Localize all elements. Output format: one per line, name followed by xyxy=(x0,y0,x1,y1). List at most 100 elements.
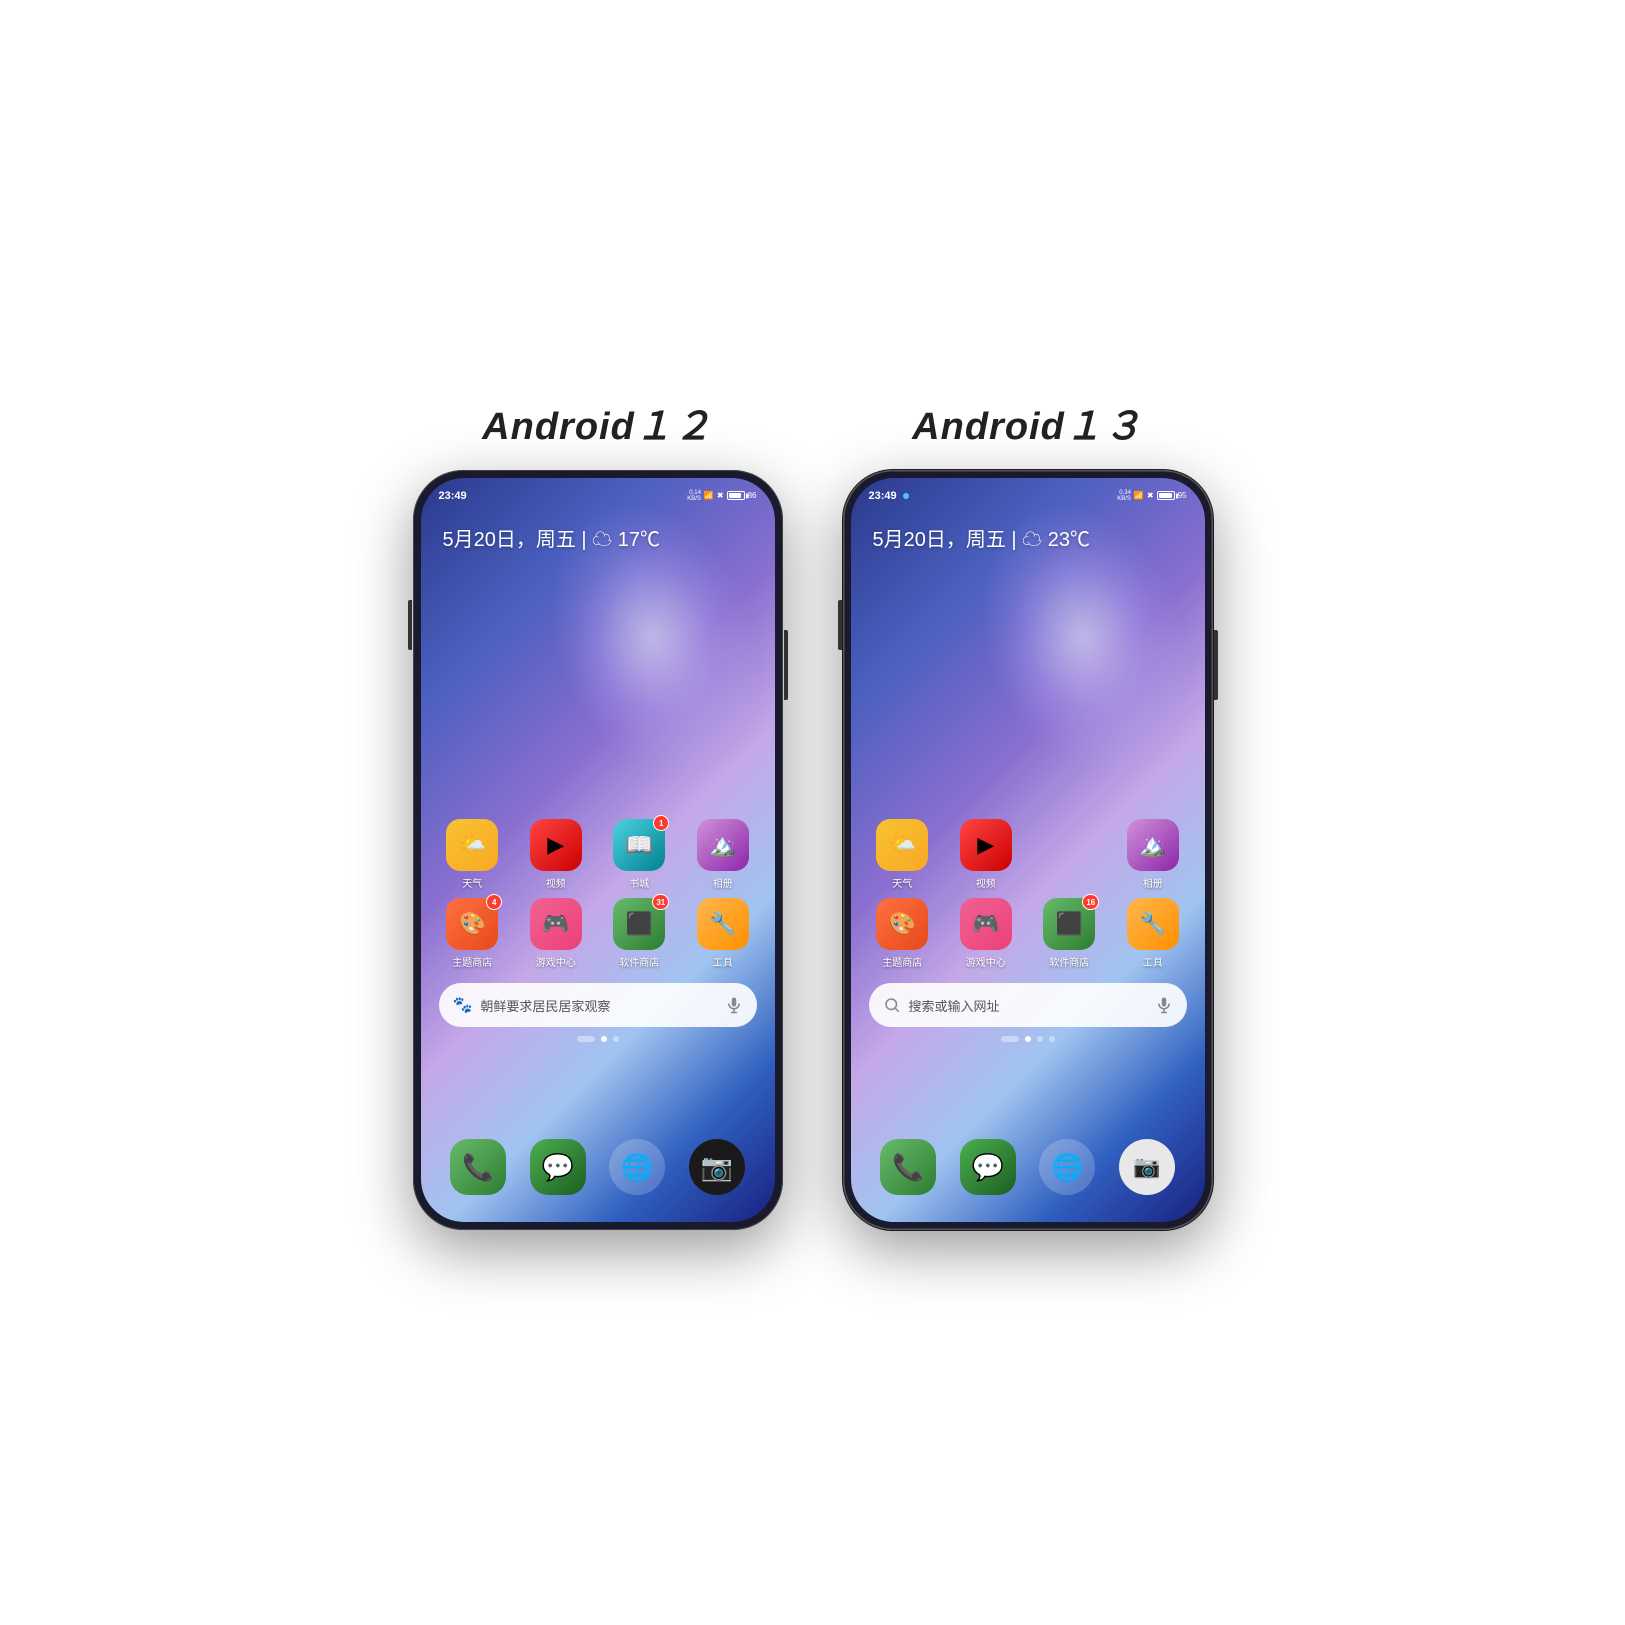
theme-label-13: 主题商店 xyxy=(882,954,922,969)
app-weather-13[interactable]: 🌤️ 天气 xyxy=(866,819,938,890)
tools-label-13: 工具 xyxy=(1143,954,1163,969)
games-icon: 🎮 xyxy=(530,898,582,950)
tools-label: 工具 xyxy=(713,954,733,969)
dot-lines xyxy=(577,1036,595,1042)
android12-speed: 0.14KB/S xyxy=(687,490,701,502)
blocked-icon-13: ✖ xyxy=(1147,491,1154,500)
app-books[interactable]: 📖 1 书城 xyxy=(603,819,675,890)
photos-icon: 🏔️ xyxy=(697,819,749,871)
android12-section: Android１２ 23:49 0.14KB/S 📶 ✖ 86 xyxy=(413,395,783,1230)
dock-phone[interactable]: 📞 xyxy=(450,1139,506,1195)
android12-search-text: 朝鲜要求居民居家观察 xyxy=(480,996,716,1015)
video-icon: ▶ xyxy=(530,819,582,871)
wifi-icon: 📶 xyxy=(704,491,714,500)
tools-icon: 🔧 xyxy=(697,898,749,950)
android12-status-icons: 0.14KB/S 📶 ✖ 86 xyxy=(687,490,756,502)
video-label-13: 视频 xyxy=(976,875,996,890)
battery-pct-13: 95 xyxy=(1178,491,1187,500)
android12-app-row-2: 🎨 4 主题商店 🎮 游戏中心 xyxy=(431,898,765,969)
app-theme-13[interactable]: 🎨 主题商店 xyxy=(866,898,938,969)
android13-page-dots xyxy=(851,1036,1205,1042)
app-games[interactable]: 🎮 游戏中心 xyxy=(520,898,592,969)
android12-title: Android１２ xyxy=(482,395,713,450)
weather-label: 天气 xyxy=(462,875,482,890)
app-video[interactable]: ▶ 视频 xyxy=(520,819,592,890)
photos-icon-13: 🏔️ xyxy=(1127,819,1179,871)
android12-dock: 📞 💬 🌐 📷 xyxy=(439,1127,757,1207)
android13-dock: 📞 💬 🌐 📷 xyxy=(869,1127,1187,1207)
books-badge: 1 xyxy=(653,815,669,831)
weather-label-13: 天气 xyxy=(892,875,912,890)
android13-time: 23:49 xyxy=(869,490,897,502)
app-weather[interactable]: 🌤️ 天气 xyxy=(436,819,508,890)
android13-section: Android１３ 23:49 0.34KB/S 📶 ✖ xyxy=(843,395,1213,1230)
battery-icon xyxy=(727,491,745,500)
photos-label-13: 相册 xyxy=(1143,875,1163,890)
android13-app-grid: 🌤️ 天气 ▶ 视频 xyxy=(861,819,1195,977)
app-photos[interactable]: 🏔️ 相册 xyxy=(687,819,759,890)
app-theme[interactable]: 🎨 4 主题商店 xyxy=(436,898,508,969)
theme-badge: 4 xyxy=(486,894,502,910)
photos-label: 相册 xyxy=(713,875,733,890)
app-video-13[interactable]: ▶ 视频 xyxy=(950,819,1022,890)
android13-status-icons: 0.34KB/S 📶 ✖ 95 xyxy=(1117,490,1186,502)
dock-msg-13[interactable]: 💬 xyxy=(960,1139,1016,1195)
android12-screen: 23:49 0.14KB/S 📶 ✖ 86 5月20日，周五 | ☁ 17℃ xyxy=(421,478,775,1222)
dock-msg[interactable]: 💬 xyxy=(530,1139,586,1195)
wifi-icon-13: 📶 xyxy=(1134,491,1144,500)
dock-browser[interactable]: 🌐 xyxy=(609,1139,665,1195)
android13-app-row-1: 🌤️ 天气 ▶ 视频 xyxy=(861,819,1195,890)
android13-status-bar: 23:49 0.34KB/S 📶 ✖ 95 xyxy=(851,478,1205,508)
android13-search-text: 搜索或输入网址 xyxy=(909,996,1147,1015)
blocked-icon: ✖ xyxy=(717,491,724,500)
app-empty xyxy=(1033,819,1105,890)
android13-speed: 0.34KB/S xyxy=(1117,490,1131,502)
android13-date: 5月20日，周五 | ☁ 23℃ xyxy=(873,523,1090,552)
android12-app-grid: 🌤️ 天气 ▶ 视频 📖 xyxy=(431,819,765,977)
android13-screen: 23:49 0.34KB/S 📶 ✖ 95 5月20 xyxy=(851,478,1205,1222)
battery-icon-13 xyxy=(1157,491,1175,500)
android13-app-row-2: 🎨 主题商店 🎮 游戏中心 ⬛ xyxy=(861,898,1195,969)
app-tools-13[interactable]: 🔧 工具 xyxy=(1117,898,1189,969)
app-store[interactable]: ⬛ 31 软件商店 xyxy=(603,898,675,969)
theme-icon-13: 🎨 xyxy=(876,898,928,950)
games-label: 游戏中心 xyxy=(536,954,576,969)
store-label: 软件商店 xyxy=(619,954,659,969)
dot-active-13 xyxy=(1025,1036,1031,1042)
android13-search-bar[interactable]: 搜索或输入网址 xyxy=(869,983,1187,1027)
dot-inactive2-13 xyxy=(1049,1036,1055,1042)
android13-title: Android１３ xyxy=(912,395,1143,450)
mic-icon xyxy=(725,996,743,1014)
theme-label: 主题商店 xyxy=(452,954,492,969)
mic-icon-13 xyxy=(1155,996,1173,1014)
android12-search-bar[interactable]: 🐾 朝鲜要求居民居家观察 xyxy=(439,983,757,1027)
dock-browser-13[interactable]: 🌐 xyxy=(1039,1139,1095,1195)
android13-date-widget: 5月20日，周五 | ☁ 23℃ xyxy=(873,523,1090,552)
dock-camera[interactable]: 📷 xyxy=(689,1139,745,1195)
dot-inactive1-13 xyxy=(1037,1036,1043,1042)
app-store-13[interactable]: ⬛ 16 软件商店 xyxy=(1033,898,1105,969)
dot-lines-13 xyxy=(1001,1036,1019,1042)
video-label: 视频 xyxy=(546,875,566,890)
dock-camera-13[interactable]: 📷 xyxy=(1119,1139,1175,1195)
games-label-13: 游戏中心 xyxy=(966,954,1006,969)
android12-phone: 23:49 0.14KB/S 📶 ✖ 86 5月20日，周五 | ☁ 17℃ xyxy=(413,470,783,1230)
dock-phone-13[interactable]: 📞 xyxy=(880,1139,936,1195)
search-icon-svg xyxy=(883,996,901,1014)
app-games-13[interactable]: 🎮 游戏中心 xyxy=(950,898,1022,969)
weather-icon: 🌤️ xyxy=(446,819,498,871)
android12-time: 23:49 xyxy=(439,490,467,502)
app-photos-13[interactable]: 🏔️ 相册 xyxy=(1117,819,1189,890)
android12-date-widget: 5月20日，周五 | ☁ 17℃ xyxy=(443,523,660,552)
android12-status-bar: 23:49 0.14KB/S 📶 ✖ 86 xyxy=(421,478,775,508)
paw-icon: 🐾 xyxy=(453,995,473,1015)
android13-phone: 23:49 0.34KB/S 📶 ✖ 95 5月20 xyxy=(843,470,1213,1230)
books-label: 书城 xyxy=(629,875,649,890)
app-tools[interactable]: 🔧 工具 xyxy=(687,898,759,969)
weather-icon-13: 🌤️ xyxy=(876,819,928,871)
tools-icon-13: 🔧 xyxy=(1127,898,1179,950)
store-label-13: 软件商店 xyxy=(1049,954,1089,969)
store-badge-13: 16 xyxy=(1082,894,1099,910)
android12-page-dots xyxy=(421,1036,775,1042)
dot-active xyxy=(601,1036,607,1042)
